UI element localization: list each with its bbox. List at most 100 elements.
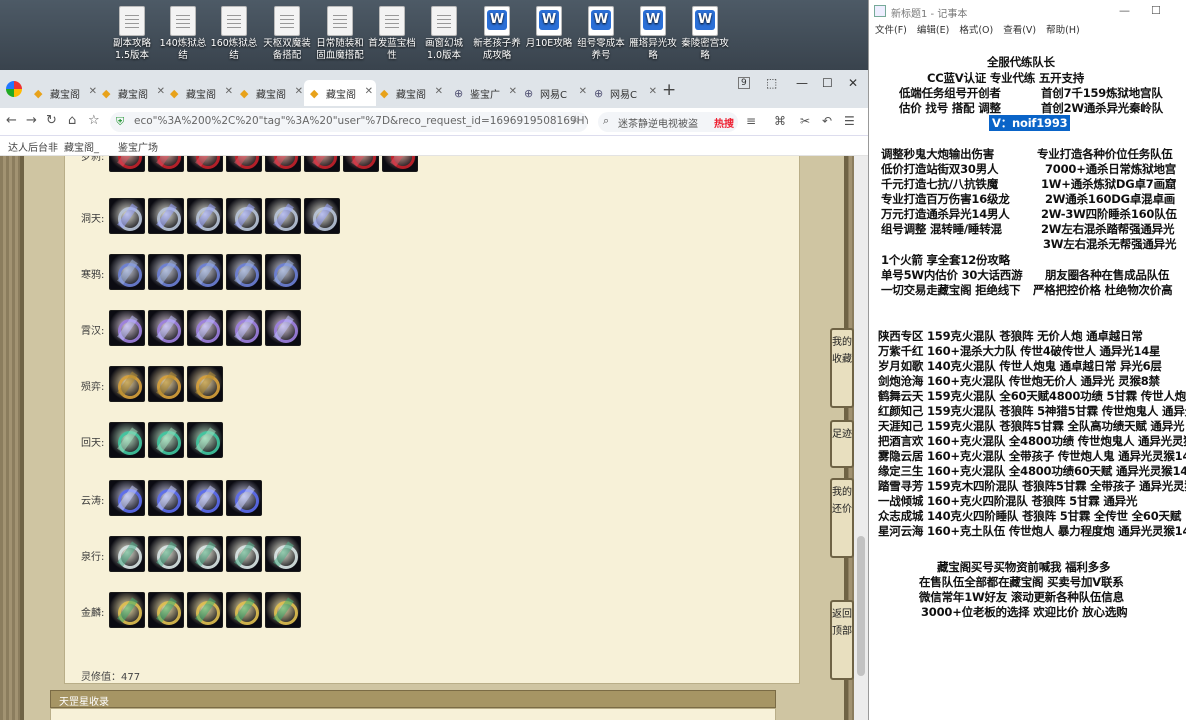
equipment-item-icon[interactable] <box>109 366 145 402</box>
notepad-maximize-button[interactable]: ☐ <box>1151 4 1161 17</box>
side-nav-button[interactable]: 我的还价 <box>830 478 854 558</box>
equipment-item-icon[interactable] <box>187 366 223 402</box>
cut-icon[interactable]: ✂ <box>800 114 810 128</box>
tab-close-icon[interactable]: ✕ <box>365 86 373 97</box>
notepad-menu-item[interactable]: 文件(F) <box>875 22 907 38</box>
equipment-item-icon[interactable] <box>265 310 301 346</box>
tab-count-badge[interactable]: 9 <box>738 77 750 89</box>
desktop-icon[interactable]: 新老孩子养成攻略 <box>471 4 523 62</box>
equipment-item-icon[interactable] <box>148 480 184 516</box>
equipment-item-icon[interactable] <box>148 198 184 234</box>
close-button[interactable]: ✕ <box>848 76 858 90</box>
new-tab-button[interactable]: + <box>662 80 676 100</box>
section-header[interactable]: 天罡星收录 <box>50 690 776 708</box>
desktop-icon[interactable]: 副本攻略1.5版本 <box>106 4 158 62</box>
equipment-item-icon[interactable] <box>187 422 223 458</box>
tab-close-icon[interactable]: ✕ <box>579 86 587 97</box>
more-icon[interactable]: ☰ <box>844 114 855 128</box>
equipment-item-icon[interactable] <box>109 198 145 234</box>
equipment-item-icon[interactable] <box>148 536 184 572</box>
pin-icon[interactable]: ⬚ <box>766 76 777 90</box>
tab-close-icon[interactable]: ✕ <box>435 86 443 97</box>
maximize-button[interactable]: ☐ <box>822 76 833 90</box>
notepad-menu-item[interactable]: 帮助(H) <box>1046 22 1080 38</box>
browser-tab[interactable]: ⊕ 网易C ✕ <box>588 80 660 106</box>
equipment-item-icon[interactable] <box>265 592 301 628</box>
desktop-icon[interactable]: 日常随装和固血魔搭配 <box>314 4 366 62</box>
undo-icon[interactable]: ↶ <box>822 114 832 128</box>
side-nav-button[interactable]: 我的收藏 <box>830 328 854 408</box>
equipment-item-icon[interactable] <box>109 422 145 458</box>
equipment-item-icon[interactable] <box>226 592 262 628</box>
page-scrollbar[interactable] <box>854 156 868 720</box>
notepad-text-area[interactable]: 全服代练队长 CC蓝V认证 专业代练 五开支持 低端任务组号开创者 首创7千159炼狱… <box>869 40 1186 720</box>
equipment-item-icon[interactable] <box>109 156 145 172</box>
equipment-item-icon[interactable] <box>265 254 301 290</box>
browser-logo-icon[interactable] <box>6 81 22 97</box>
equipment-item-icon[interactable] <box>109 592 145 628</box>
browser-tab[interactable]: ◆ 藏宝阁 ✕ <box>234 80 306 106</box>
equipment-item-icon[interactable] <box>109 310 145 346</box>
extension-icon[interactable]: ⌘ <box>774 114 786 128</box>
home-icon[interactable]: ⌂ <box>68 113 76 128</box>
equipment-item-icon[interactable] <box>109 254 145 290</box>
equipment-item-icon[interactable] <box>226 254 262 290</box>
bookmark-item[interactable]: 鉴宝广场 <box>118 139 158 154</box>
equipment-item-icon[interactable] <box>187 198 223 234</box>
browser-tab[interactable]: ⊕ 网易C ✕ <box>518 80 590 106</box>
bookmark-item[interactable]: 达人后台非 <box>8 139 58 154</box>
equipment-item-icon[interactable] <box>226 198 262 234</box>
back-icon[interactable]: ← <box>6 113 17 128</box>
notepad-menu-item[interactable]: 格式(O) <box>959 22 993 38</box>
browser-tab[interactable]: ◆ 藏宝阁 ✕ <box>374 80 446 106</box>
equipment-item-icon[interactable] <box>187 310 223 346</box>
side-nav-button[interactable]: 返回顶部 <box>830 600 854 680</box>
desktop-icon[interactable]: 组号零成本养号 <box>575 4 627 62</box>
equipment-item-icon[interactable] <box>148 592 184 628</box>
tab-close-icon[interactable]: ✕ <box>295 86 303 97</box>
equipment-item-icon[interactable] <box>226 310 262 346</box>
scroll-thumb[interactable] <box>857 536 865 676</box>
menu-icon[interactable]: ≡ <box>746 114 756 128</box>
bookmark-item[interactable]: 藏宝阁_ <box>64 139 99 154</box>
side-nav-button[interactable]: 足迹 <box>830 420 854 468</box>
browser-tab[interactable]: ◆ 藏宝阁 ✕ <box>164 80 236 106</box>
equipment-item-icon[interactable] <box>148 156 184 172</box>
notepad-minimize-button[interactable]: — <box>1119 4 1130 17</box>
equipment-item-icon[interactable] <box>187 254 223 290</box>
forward-icon[interactable]: → <box>26 113 37 128</box>
minimize-button[interactable]: — <box>796 76 808 90</box>
notepad-menu-item[interactable]: 编辑(E) <box>917 22 949 38</box>
equipment-item-icon[interactable] <box>148 254 184 290</box>
desktop-icon[interactable]: 雁塔异光攻略 <box>627 4 679 62</box>
equipment-item-icon[interactable] <box>109 480 145 516</box>
url-input[interactable]: ⛨ eco"%3A%200%2C%20"tag"%3A%20"user"%7D&… <box>110 112 588 132</box>
equipment-item-icon[interactable] <box>226 156 262 172</box>
equipment-item-icon[interactable] <box>265 156 301 172</box>
notepad-menu-item[interactable]: 查看(V) <box>1003 22 1036 38</box>
equipment-item-icon[interactable] <box>226 536 262 572</box>
search-input[interactable]: ⌕ 迷茶静逆电视被盗 热搜 <box>598 112 738 132</box>
equipment-item-icon[interactable] <box>226 480 262 516</box>
desktop-icon[interactable]: 首发蓝宝档性 <box>366 4 418 62</box>
equipment-item-icon[interactable] <box>304 156 340 172</box>
tab-close-icon[interactable]: ✕ <box>509 86 517 97</box>
desktop-icon[interactable]: 画窗幻城1.0版本 <box>418 4 470 62</box>
equipment-item-icon[interactable] <box>382 156 418 172</box>
equipment-item-icon[interactable] <box>148 366 184 402</box>
browser-tab[interactable]: ◆ 藏宝阁 ✕ <box>96 80 168 106</box>
tab-close-icon[interactable]: ✕ <box>225 86 233 97</box>
equipment-item-icon[interactable] <box>109 536 145 572</box>
equipment-item-icon[interactable] <box>148 422 184 458</box>
bookmark-icon[interactable]: ☆ <box>88 113 100 128</box>
desktop-icon[interactable]: 160炼狱总结 <box>208 4 260 62</box>
equipment-item-icon[interactable] <box>265 198 301 234</box>
equipment-item-icon[interactable] <box>304 198 340 234</box>
equipment-item-icon[interactable] <box>265 536 301 572</box>
equipment-item-icon[interactable] <box>187 480 223 516</box>
equipment-item-icon[interactable] <box>148 310 184 346</box>
equipment-item-icon[interactable] <box>187 592 223 628</box>
desktop-icon[interactable]: 月10E攻略 <box>523 4 575 50</box>
tab-close-icon[interactable]: ✕ <box>649 86 657 97</box>
equipment-item-icon[interactable] <box>187 156 223 172</box>
